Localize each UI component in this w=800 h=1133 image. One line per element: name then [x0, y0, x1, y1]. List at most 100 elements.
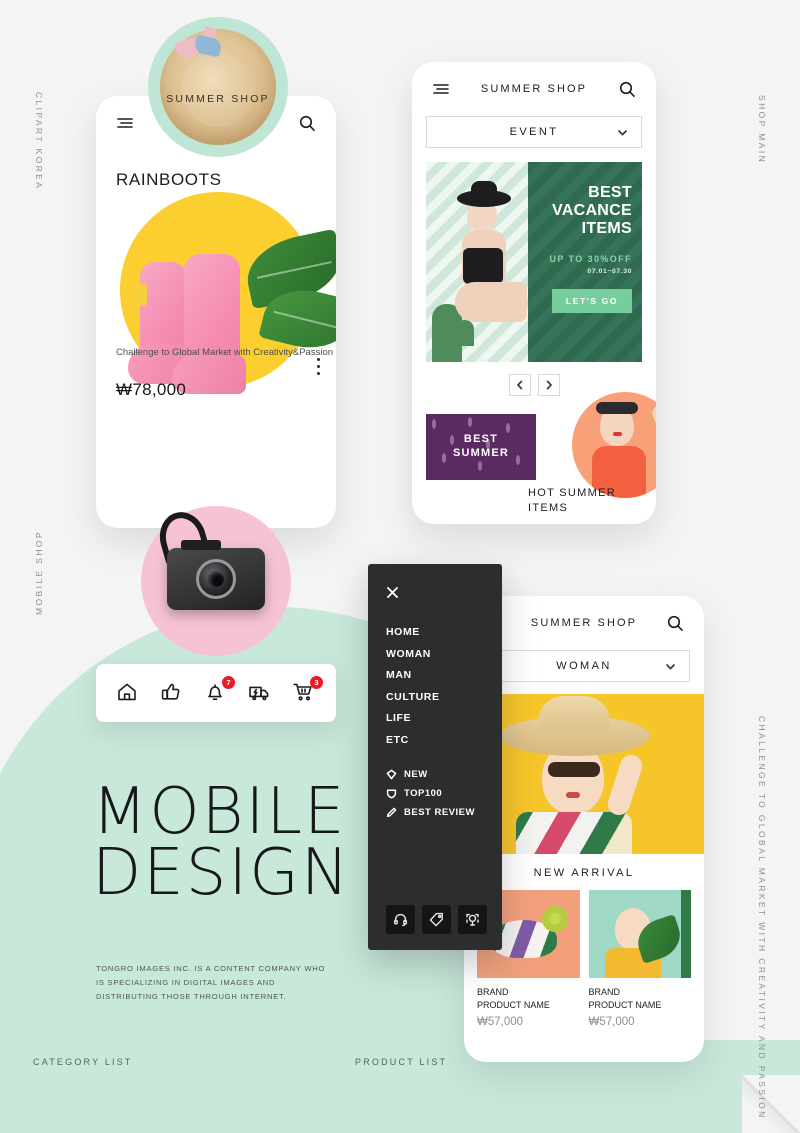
carousel-prev-button[interactable] [508, 374, 531, 396]
pencil-icon [386, 807, 397, 818]
rainboot-right [172, 254, 246, 394]
diamond-icon [386, 769, 397, 780]
woman-dropdown-value: WOMAN [556, 660, 612, 672]
product-price: ₩57,000 [477, 1016, 524, 1029]
menu-item-woman[interactable]: WOMAN [386, 648, 484, 660]
label-mobile-shop: MOBILE SHOP [34, 530, 44, 615]
phone2-title: SUMMER SHOP [480, 83, 588, 95]
headset-icon [393, 913, 408, 927]
camera-photo-badge [141, 506, 291, 656]
hot-summer-section: BEST SUMMER HOT SUMMER ITEMS [412, 392, 656, 518]
camera-body [167, 540, 265, 610]
camera-search-button[interactable] [458, 905, 487, 934]
next-icon [546, 380, 552, 390]
headline-line-1: MOBILE [92, 775, 347, 849]
product-thumbnail [588, 890, 691, 978]
label-shop-main: SHOP MAIN [757, 95, 767, 165]
phone1-product-hero: RAINBOOTS Challenge to Global Market wit… [96, 150, 336, 450]
straw-hat-badge: SUMMER SHOP [148, 17, 288, 157]
camera-search-icon [466, 913, 479, 926]
nav-notifications[interactable]: 7 [204, 676, 235, 705]
customer-service-button[interactable] [386, 905, 415, 934]
tag-button[interactable] [422, 905, 451, 934]
product-brand: BRAND [477, 987, 509, 997]
phone-mockup-event-main: SUMMER SHOP EVENT BEST VACANCE ITEMS UP … [412, 62, 656, 524]
label-category-list: CATEGORY LIST [33, 1057, 133, 1067]
nav-home[interactable] [116, 681, 140, 705]
side-menu-panel: HOME WOMAN MAN CULTURE LIFE ETC NEW TOP1… [368, 564, 502, 950]
nav-cart[interactable]: 3 [292, 676, 323, 705]
headline-line-2: DESIGN [92, 836, 351, 911]
menu-item-home[interactable]: HOME [386, 626, 484, 638]
phone3-title: SUMMER SHOP [530, 617, 638, 629]
menu-item-top100-label: TOP100 [404, 788, 443, 799]
chevron-down-icon [666, 663, 675, 669]
phone2-app-bar: SUMMER SHOP [412, 62, 656, 116]
product-name: PRODUCT NAME [477, 999, 550, 1010]
hat-ribbon [173, 25, 234, 61]
best-summer-line-2: SUMMER [452, 447, 510, 459]
product-card[interactable]: BRAND PRODUCT NAME ₩57,000 [588, 890, 691, 1029]
more-vertical-icon[interactable] [317, 358, 320, 375]
product-brand: BRAND [588, 987, 621, 997]
nav-like[interactable] [160, 681, 184, 705]
banner-photo [426, 162, 528, 362]
event-category-dropdown[interactable]: EVENT [426, 116, 642, 148]
menu-quick-actions [386, 905, 487, 934]
nav-delivery[interactable] [248, 681, 272, 705]
page-corner-fold [742, 1075, 800, 1133]
phone1-price: ₩78,000 [116, 380, 187, 399]
best-summer-line-1: BEST [463, 433, 499, 446]
page-title: MOBILE DESIGN [92, 775, 351, 911]
event-banner[interactable]: BEST VACANCE ITEMS UP TO 30%OFF 07.01~07… [426, 162, 642, 362]
shield-icon [386, 789, 397, 799]
hot-summer-line-1: HOT SUMMER [528, 487, 616, 499]
company-blurb: TONGRO IMAGES INC. IS A CONTENT COMPANY … [96, 964, 326, 1002]
banner-headline-1: BEST [588, 184, 632, 201]
poster-canvas: CLIPART KOREA MOBILE SHOP SHOP MAIN CHAL… [0, 0, 800, 1133]
phone-mockup-product-detail: SUMMER SHOP RAINBOOTS Challenge to Globa… [96, 96, 336, 528]
carousel-next-button[interactable] [537, 374, 560, 396]
hamburger-icon[interactable] [116, 114, 134, 132]
banner-discount: UP TO 30%OFF [549, 253, 632, 264]
menu-item-best-review[interactable]: BEST REVIEW [386, 807, 484, 818]
hot-summer-line-2: ITEMS [528, 501, 569, 514]
notifications-badge: 7 [222, 676, 235, 689]
label-clipart-korea: CLIPART KOREA [34, 92, 44, 191]
phone1-product-title: RAINBOOTS [116, 170, 222, 189]
menu-item-life[interactable]: LIFE [386, 712, 484, 724]
phone1-caption: Challenge to Global Market with Creativi… [116, 347, 334, 358]
product-price: ₩57,000 [588, 1016, 635, 1029]
event-dropdown-value: EVENT [509, 126, 559, 138]
menu-item-new-label: NEW [404, 769, 428, 780]
hamburger-icon[interactable] [432, 80, 450, 98]
hot-summer-photo[interactable] [572, 392, 656, 498]
search-icon[interactable] [666, 614, 684, 632]
woman-category-dropdown[interactable]: WOMAN [478, 650, 690, 682]
lets-go-button[interactable]: LET'S GO [551, 288, 632, 313]
floating-bottom-navigation: 7 3 [96, 664, 336, 722]
tag-icon [429, 912, 443, 927]
menu-item-etc[interactable]: ETC [386, 734, 484, 746]
menu-item-man[interactable]: MAN [386, 669, 484, 681]
menu-item-new[interactable]: NEW [386, 769, 484, 780]
search-icon[interactable] [298, 114, 316, 132]
prev-icon [516, 380, 522, 390]
close-icon[interactable] [386, 586, 399, 599]
banner-headline-2: VACANCE [551, 201, 632, 219]
banner-date-range: 07.01~07.30 [587, 267, 632, 275]
banner-copy: BEST VACANCE ITEMS UP TO 30%OFF 07.01~07… [527, 162, 642, 362]
best-summer-card[interactable]: BEST SUMMER [426, 414, 536, 480]
chevron-down-icon [618, 129, 627, 135]
banner-model [448, 181, 527, 362]
menu-item-top100[interactable]: TOP100 [386, 788, 484, 799]
product-name: PRODUCT NAME [588, 999, 662, 1010]
menu-item-culture[interactable]: CULTURE [386, 691, 484, 703]
camera-lens [196, 559, 236, 599]
menu-item-best-review-label: BEST REVIEW [404, 807, 475, 818]
banner-headline-3: ITEMS [581, 219, 632, 237]
cart-badge: 3 [310, 676, 323, 689]
hat-brand-label: SUMMER SHOP [166, 93, 270, 105]
hot-summer-label: HOT SUMMER ITEMS [528, 486, 616, 515]
search-icon[interactable] [618, 80, 636, 98]
